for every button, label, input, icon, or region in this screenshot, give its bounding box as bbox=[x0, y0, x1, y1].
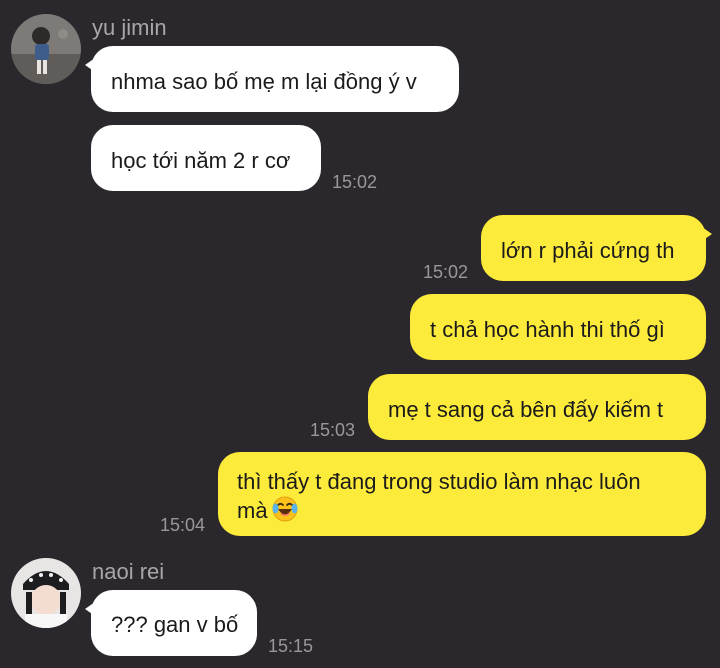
message-bubble[interactable]: mẹ t sang cả bên đấy kiếm t bbox=[368, 374, 706, 440]
message-text-line: mà bbox=[237, 498, 268, 523]
message-bubble[interactable]: t chả học hành thi thố gì bbox=[410, 294, 706, 360]
message-time: 15:03 bbox=[310, 420, 356, 440]
message-bubble[interactable]: học tới năm 2 r cơ bbox=[91, 125, 321, 191]
avatar-yu-jimin[interactable] bbox=[11, 14, 81, 84]
message-bubble[interactable]: thì thấy t đang trong studio làm nhạc lu… bbox=[218, 452, 706, 536]
avatar-photo bbox=[11, 14, 81, 84]
sender-name: naoi rei bbox=[92, 559, 165, 584]
sender-name: yu jimin bbox=[92, 15, 167, 40]
laughing-tears-icon bbox=[272, 496, 298, 529]
message-time: 15:02 bbox=[423, 262, 469, 282]
message-bubble[interactable]: ??? gan v bố bbox=[85, 590, 257, 656]
message-text: lớn r phải cứng th bbox=[501, 238, 675, 263]
message-bubble[interactable]: lớn r phải cứng th bbox=[481, 215, 712, 281]
message-time: 15:15 bbox=[268, 636, 314, 656]
message-text-line: thì thấy t đang trong studio làm nhạc lu… bbox=[237, 469, 641, 494]
avatar-naoi-rei[interactable] bbox=[11, 558, 81, 628]
message-text: nhma sao bố mẹ m lại đồng ý v bbox=[111, 69, 417, 94]
message-time: 15:02 bbox=[332, 172, 378, 192]
message-bubble[interactable]: nhma sao bố mẹ m lại đồng ý v bbox=[85, 46, 459, 112]
avatar-photo bbox=[11, 558, 81, 628]
message-text: t chả học hành thi thố gì bbox=[430, 317, 665, 342]
message-text: ??? gan v bố bbox=[111, 612, 239, 637]
message-time: 15:04 bbox=[160, 515, 206, 535]
message-text: mẹ t sang cả bên đấy kiếm t bbox=[388, 397, 664, 422]
message-text: học tới năm 2 r cơ bbox=[111, 148, 291, 173]
